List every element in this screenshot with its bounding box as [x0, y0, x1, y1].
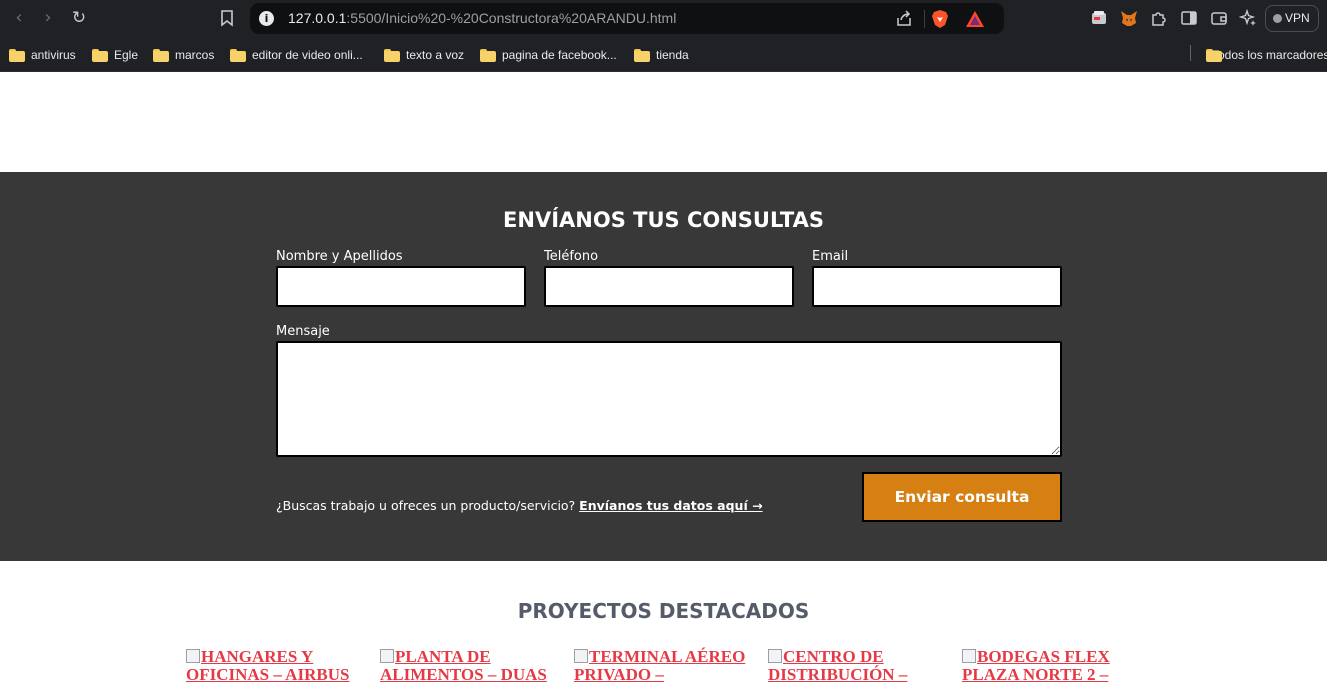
vpn-label: VPN: [1285, 11, 1310, 25]
email-label: Email: [812, 249, 849, 264]
broken-image-icon: [574, 649, 588, 663]
message-textarea[interactable]: [276, 341, 1062, 457]
folder-icon: [480, 48, 496, 62]
bookmark-label: pagina de facebook...: [502, 48, 617, 62]
leo-ai-icon[interactable]: [1239, 9, 1257, 27]
project-link-planta[interactable]: PLANTA DE ALIMENTOS – DUAS: [380, 648, 555, 684]
contact-title: ENVÍANOS TUS CONSULTAS: [503, 208, 824, 232]
broken-image-icon: [380, 649, 394, 663]
folder-icon: [384, 48, 400, 62]
bookmark-folder-marcos[interactable]: marcos: [153, 46, 214, 64]
contact-section: ENVÍANOS TUS CONSULTAS Nombre y Apellido…: [0, 172, 1327, 561]
metamask-icon[interactable]: [1120, 9, 1138, 27]
bookmarks-bar: antivirus Egle marcos editor de video on…: [0, 37, 1327, 72]
vpn-status-icon: [1273, 14, 1282, 23]
bookmark-label: tienda: [656, 48, 689, 62]
back-icon[interactable]: ‹: [9, 8, 29, 28]
bookmark-label: editor de video onli...: [252, 48, 363, 62]
reload-icon[interactable]: ↻: [69, 8, 89, 28]
bookmark-label: Egle: [114, 48, 139, 62]
phone-input[interactable]: [544, 266, 794, 307]
url-path: :5500/Inicio%20-%20Constructora%20ARANDU…: [346, 10, 677, 26]
broken-image-icon: [186, 649, 200, 663]
bookmarks-divider: [1190, 45, 1191, 61]
email-input[interactable]: [812, 266, 1062, 307]
folder-icon: [153, 48, 169, 62]
project-link-bodegas[interactable]: BODEGAS FLEX PLAZA NORTE 2 –: [962, 648, 1137, 684]
url-host: 127.0.0.1: [288, 10, 347, 26]
bookmark-label: Todos los marcadores: [1212, 48, 1327, 62]
bookmark-folder-antivirus[interactable]: antivirus: [9, 46, 76, 64]
project-alt-text: CENTRO DE DISTRIBUCIÓN –: [768, 647, 908, 684]
project-alt-text: TERMINAL AÉREO PRIVADO –: [574, 647, 746, 684]
project-link-centro[interactable]: CENTRO DE DISTRIBUCIÓN –: [768, 648, 943, 684]
web-page: ENVÍANOS TUS CONSULTAS Nombre y Apellido…: [0, 73, 1327, 684]
folder-icon: [634, 48, 650, 62]
project-alt-text: HANGARES Y OFICINAS – AIRBUS: [186, 647, 350, 684]
project-alt-text: BODEGAS FLEX PLAZA NORTE 2 –: [962, 647, 1110, 684]
all-bookmarks-folder[interactable]: Todos los marcadores: [1206, 46, 1327, 64]
bookmark-folder-tienda[interactable]: tienda: [634, 46, 689, 64]
project-alt-text: PLANTA DE ALIMENTOS – DUAS: [380, 647, 547, 684]
message-label: Mensaje: [276, 324, 330, 339]
name-input[interactable]: [276, 266, 526, 307]
bookmark-folder-editor-video[interactable]: editor de video onli...: [230, 46, 363, 64]
job-offer-note: ¿Buscas trabajo u ofreces un producto/se…: [276, 498, 763, 513]
project-link-terminal[interactable]: TERMINAL AÉREO PRIVADO –: [574, 648, 749, 684]
send-data-link[interactable]: Envíanos tus datos aquí →: [579, 498, 762, 513]
folder-icon: [92, 48, 108, 62]
address-divider: [924, 10, 925, 28]
name-label: Nombre y Apellidos: [276, 249, 403, 264]
brave-shields-icon[interactable]: [931, 9, 949, 28]
bookmark-folder-egle[interactable]: Egle: [92, 46, 138, 64]
wallet-extension-icon[interactable]: [1090, 9, 1108, 27]
job-offer-text: ¿Buscas trabajo u ofreces un producto/se…: [276, 498, 580, 513]
forward-icon[interactable]: ›: [38, 8, 58, 28]
address-bar[interactable]: i 127.0.0.1:5500/Inicio%20-%20Constructo…: [250, 3, 1004, 34]
brave-rewards-icon[interactable]: [965, 10, 985, 28]
broken-image-icon: [962, 649, 976, 663]
submit-button[interactable]: Enviar consulta: [862, 472, 1062, 522]
bookmark-label: marcos: [175, 48, 215, 62]
site-info-icon[interactable]: i: [259, 11, 274, 26]
sidebar-icon[interactable]: [1180, 9, 1198, 27]
project-link-hangares[interactable]: HANGARES Y OFICINAS – AIRBUS: [186, 648, 361, 684]
bookmark-folder-facebook[interactable]: pagina de facebook...: [480, 46, 617, 64]
bookmark-label: antivirus: [31, 48, 76, 62]
browser-toolbar: ‹ › ↻ i 127.0.0.1:5500/Inicio%20-%20Cons…: [0, 0, 1327, 37]
projects-title: PROYECTOS DESTACADOS: [517, 599, 810, 623]
phone-label: Teléfono: [544, 249, 599, 264]
bookmark-page-icon[interactable]: [219, 9, 235, 27]
bookmark-label: texto a voz: [406, 48, 465, 62]
url-text[interactable]: 127.0.0.1:5500/Inicio%20-%20Constructora…: [288, 10, 676, 26]
folder-icon: [230, 48, 246, 62]
extensions-puzzle-icon[interactable]: [1150, 9, 1168, 27]
bookmark-folder-texto-a-voz[interactable]: texto a voz: [384, 46, 464, 64]
brave-wallet-icon[interactable]: [1210, 9, 1228, 27]
share-icon[interactable]: [895, 10, 913, 28]
broken-image-icon: [768, 649, 782, 663]
folder-icon: [9, 48, 25, 62]
vpn-button[interactable]: VPN: [1265, 5, 1319, 32]
